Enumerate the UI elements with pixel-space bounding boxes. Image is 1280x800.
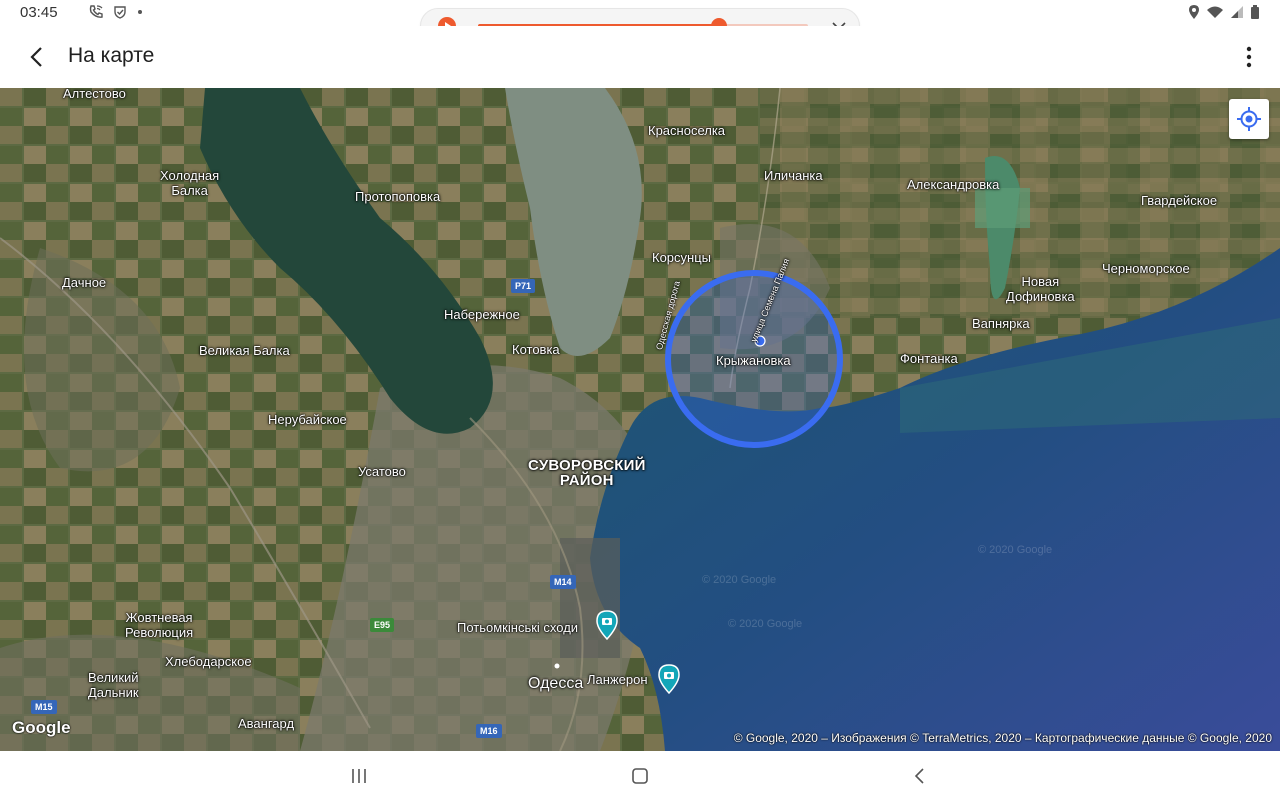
app-bar: На карте: [0, 26, 1280, 88]
road-shield-m16: M16: [476, 724, 502, 738]
map-label-line: РАЙОН: [559, 472, 614, 489]
map-label-gvardeyskoe: Гвардейское: [1141, 193, 1218, 208]
phone-wifi-icon: [89, 5, 103, 18]
map-label-line: Балка: [171, 183, 208, 198]
map-label-aleksandrovka: Александровка: [907, 177, 1000, 192]
map-label-kryzhanovka: Крыжановка: [716, 353, 791, 368]
map-label-protopopovka: Протопоповка: [355, 189, 441, 204]
map-label-line: СУВОРОВСКИЙ: [528, 457, 646, 474]
map-label-line: Дальник: [88, 685, 139, 700]
map-label-korsuntsy: Корсунцы: [652, 250, 712, 265]
map-label-vapnyarka: Вапнярка: [972, 316, 1030, 331]
location-icon: [1189, 5, 1199, 19]
wifi-icon: [1207, 6, 1223, 18]
map-label-potyomkin-stairs[interactable]: Потьомкінські сходи: [457, 620, 578, 635]
map-watermark: © 2020 Google: [702, 574, 777, 586]
map-label-naberezhnoe: Набережное: [444, 307, 520, 322]
map-label-odessa: Одесса: [528, 675, 584, 692]
map-label-avangard: Авангард: [238, 716, 295, 731]
back-icon[interactable]: [909, 765, 931, 787]
map-watermark: © 2020 Google: [728, 618, 803, 630]
map-label-velikaya-balka: Великая Балка: [199, 343, 290, 358]
map-label-nerubayskoe: Нерубайское: [268, 412, 347, 427]
map-label-suvorovsky-district: СУВОРОВСКИЙ РАЙОН: [528, 458, 646, 488]
map-label-krasnoselka: Красноселка: [648, 123, 726, 138]
city-dot: [554, 663, 560, 669]
battery-icon: [1251, 5, 1259, 19]
map-watermark: © 2020 Google: [978, 544, 1053, 556]
home-icon[interactable]: [629, 765, 651, 787]
map-label-line: Великий: [88, 670, 139, 685]
road-shield-m15: M15: [31, 700, 57, 714]
my-location-button[interactable]: [1229, 99, 1269, 139]
map-label-khlebodarskoe: Хлебодарское: [165, 654, 252, 669]
google-logo: Google: [12, 718, 71, 737]
map-label-altestovo: Алтестово: [63, 88, 126, 101]
camera-pin-icon[interactable]: [658, 664, 680, 694]
status-right-icons: [1188, 4, 1260, 20]
map-label-line: Новая: [1021, 274, 1060, 289]
map-label-ilichanka: Иличанка: [764, 168, 823, 183]
map-label-line: Дофиновка: [1006, 289, 1075, 304]
road-shield-e95: E95: [370, 618, 395, 632]
map-label-chernomorskoe: Черноморское: [1102, 261, 1190, 276]
dot-icon: [138, 10, 142, 14]
shield-check-icon: [114, 6, 126, 19]
map-label-zhovtnevaya-revolyutsiya: Жовтневая Революция: [125, 610, 193, 640]
page-title: На карте: [68, 44, 155, 67]
navigation-bar: [0, 751, 1280, 800]
road-shield-p71: P71: [511, 279, 536, 293]
map-label-novaya-dofinovka: Новая Дофиновка: [1006, 274, 1075, 304]
status-time: 03:45: [20, 4, 58, 21]
back-arrow-icon[interactable]: [22, 42, 52, 72]
camera-pin-icon[interactable]: [596, 610, 618, 640]
map-label-line: Холодная: [160, 168, 220, 183]
map-label-lanzheron[interactable]: Ланжерон: [587, 672, 648, 687]
my-location-icon: [1237, 107, 1261, 131]
map-attribution: © Google, 2020 – Изображения © TerraMetr…: [733, 731, 1272, 745]
map-label-veliky-dalnik: Великий Дальник: [88, 670, 139, 700]
status-left-icons: [88, 4, 144, 20]
road-shield-m14: M14: [550, 575, 576, 589]
map-label-dachnoe: Дачное: [62, 275, 107, 290]
more-vert-icon[interactable]: [1236, 42, 1262, 72]
map-label-line: Жовтневая: [125, 610, 193, 625]
satellite-map[interactable]: © 2020 Google © 2020 Google © 2020 Googl…: [0, 88, 1280, 751]
signal-icon: [1231, 6, 1243, 18]
recent-apps-icon[interactable]: [348, 765, 370, 787]
map-label-kholodnaya-balka: Холодная Балка: [160, 168, 219, 198]
map-label-kotovka: Котовка: [512, 342, 560, 357]
map-label-line: Революция: [125, 625, 194, 640]
map-label-fontanka: Фонтанка: [900, 351, 958, 366]
map-label-usatovo: Усатово: [358, 464, 406, 479]
